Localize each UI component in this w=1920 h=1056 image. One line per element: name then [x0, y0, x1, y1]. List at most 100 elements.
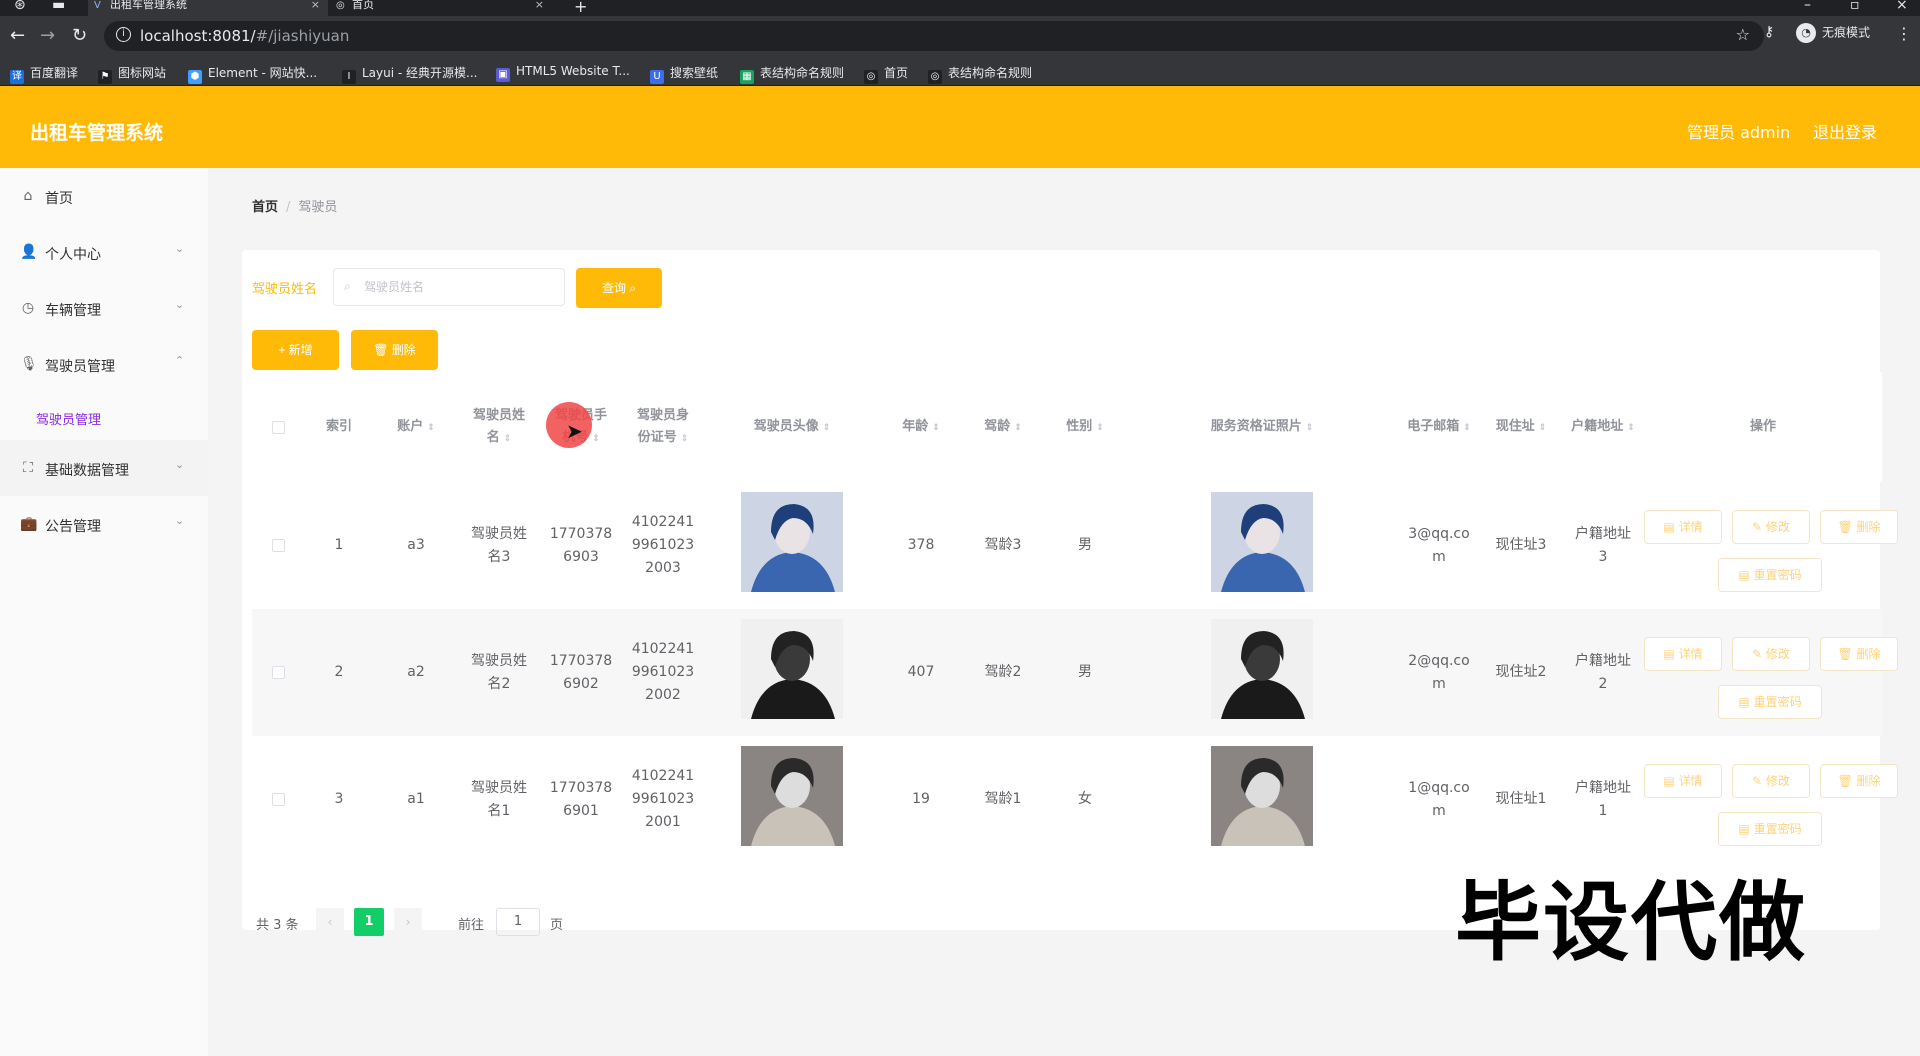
detail-button[interactable]: ▤ 详情	[1644, 637, 1722, 671]
close-icon[interactable]: ×	[311, 0, 320, 10]
sort-caret-icon[interactable]: ⇕	[504, 434, 512, 444]
bookmark-item[interactable]: ⚑ 图标网站	[98, 64, 166, 84]
delete-button[interactable]: 🗑 删除	[1820, 764, 1898, 798]
certificate-photo-image[interactable]	[1211, 618, 1313, 727]
page-number-current[interactable]: 1	[354, 908, 384, 936]
maximize-icon[interactable]: ▫	[1850, 0, 1860, 13]
column-header-account[interactable]: 账户 ⇕	[374, 372, 458, 482]
bookmark-item[interactable]: ◎ 表结构命名规则	[928, 64, 1032, 84]
reset-password-button[interactable]: ▤ 重置密码	[1718, 558, 1822, 592]
column-header-idcard[interactable]: 驾驶员身 份证号 ⇕	[622, 372, 704, 482]
browser-logo-icon: ⊛	[14, 0, 26, 13]
cell-phone: 1770378 6901	[540, 736, 622, 863]
detail-button-label: 详情	[1678, 520, 1703, 534]
goto-page-input[interactable]: 1	[496, 908, 540, 936]
column-header-name[interactable]: 驾驶员姓名 ⇕	[458, 372, 540, 482]
column-header-cert-photo[interactable]: 服务资格证照片 ⇕	[1126, 372, 1398, 482]
breadcrumb-home[interactable]: 首页	[252, 200, 278, 215]
minimize-icon[interactable]: –	[1804, 0, 1811, 13]
column-header-avatar[interactable]: 驾驶员头像 ⇕	[704, 372, 880, 482]
column-header-gender[interactable]: 性别 ⇕	[1044, 372, 1126, 482]
certificate-photo-image[interactable]	[1211, 745, 1313, 854]
sort-caret-icon[interactable]: ⇕	[681, 434, 689, 444]
select-all-checkbox[interactable]	[271, 420, 285, 434]
window-close-icon[interactable]: ×	[1896, 0, 1908, 13]
cell-text: 现住址2	[1495, 664, 1547, 680]
search-input-wrapper[interactable]: ⌕	[333, 268, 565, 306]
sort-caret-icon[interactable]: ⇕	[1014, 423, 1022, 433]
column-header-hukou-addr[interactable]: 户籍地址 ⇕	[1562, 372, 1644, 482]
address-bar[interactable]: i localhost:8081/#/jiashiyuan ☆	[104, 21, 1764, 51]
detail-button[interactable]: ▤ 详情	[1644, 764, 1722, 798]
document-icon: ▤	[1738, 568, 1754, 582]
column-header-driving-age[interactable]: 驾龄 ⇕	[962, 372, 1044, 482]
sort-caret-icon[interactable]: ⇕	[1539, 423, 1547, 433]
sidebar-item[interactable]: ⌂ 首页	[0, 168, 208, 224]
sort-caret-icon[interactable]: ⇕	[427, 423, 435, 433]
bookmark-star-icon[interactable]: ☆	[1736, 25, 1750, 44]
bookmark-item[interactable]: ⬢ Element - 网站快...	[188, 64, 317, 84]
sort-caret-icon[interactable]: ⇕	[1627, 423, 1635, 433]
edit-button[interactable]: ✎ 修改	[1732, 510, 1810, 544]
driver-avatar-image[interactable]	[741, 491, 843, 600]
row-checkbox[interactable]	[271, 539, 285, 552]
column-header-current-addr[interactable]: 现住址 ⇕	[1480, 372, 1562, 482]
row-select-cell[interactable]	[252, 609, 304, 736]
column-header-email[interactable]: 电子邮箱 ⇕	[1398, 372, 1480, 482]
new-tab-icon[interactable]: +	[574, 0, 587, 16]
sidebar-item[interactable]: 🎙 驾驶员管理 ⌃	[0, 336, 208, 392]
sidebar-item[interactable]: ⛶ 基础数据管理 ⌄	[0, 440, 208, 496]
site-info-icon[interactable]: i	[116, 27, 131, 42]
bookmark-item[interactable]: ▣ HTML5 Website T...	[496, 64, 630, 82]
bookmark-item[interactable]: 译百度翻译	[10, 64, 78, 84]
header-select-all[interactable]	[252, 372, 304, 482]
column-header-age[interactable]: 年龄 ⇕	[880, 372, 962, 482]
sidebar-item[interactable]: 💼 公告管理 ⌄	[0, 496, 208, 552]
sidebar-item[interactable]: ◷ 车辆管理 ⌄	[0, 280, 208, 336]
driver-avatar-image[interactable]	[741, 618, 843, 727]
edit-button[interactable]: ✎ 修改	[1732, 764, 1810, 798]
reload-icon[interactable]: ↻	[72, 25, 87, 46]
prev-page-icon[interactable]: ‹	[316, 908, 344, 936]
password-key-icon[interactable]: ⚷	[1764, 24, 1774, 40]
row-select-cell[interactable]	[252, 482, 304, 609]
sidebar-item[interactable]: 👤 个人中心 ⌄	[0, 224, 208, 280]
row-checkbox[interactable]	[271, 793, 285, 806]
bookmark-item[interactable]: ◎ 首页	[864, 64, 908, 84]
browser-menu-icon[interactable]: ⋮	[1896, 24, 1912, 43]
sort-caret-icon[interactable]: ⇕	[1096, 423, 1104, 433]
batch-delete-button[interactable]: 🗑 删除	[351, 330, 438, 370]
back-icon[interactable]: ←	[10, 25, 25, 46]
delete-button[interactable]: 🗑 删除	[1820, 637, 1898, 671]
sort-caret-icon[interactable]: ⇕	[592, 434, 600, 444]
row-select-cell[interactable]	[252, 736, 304, 863]
query-button[interactable]: 查询 ⌕	[576, 268, 662, 308]
sort-caret-icon[interactable]: ⇕	[1463, 423, 1471, 433]
tab-overview-icon[interactable]: ▬	[52, 0, 65, 13]
cell-hukou-addr: 户籍地址 3	[1562, 482, 1644, 609]
certificate-photo-image[interactable]	[1211, 491, 1313, 600]
bookmark-item[interactable]: Ⅰ Layui - 经典开源模...	[342, 64, 477, 84]
reset-password-button[interactable]: ▤ 重置密码	[1718, 812, 1822, 846]
driver-name-search-input[interactable]	[364, 277, 554, 297]
sort-caret-icon[interactable]: ⇕	[932, 423, 940, 433]
bookmark-item[interactable]: ▦ 表结构命名规则	[740, 64, 844, 84]
bookmark-item[interactable]: U 搜索壁纸	[650, 64, 718, 84]
edit-button[interactable]: ✎ 修改	[1732, 637, 1810, 671]
forward-icon[interactable]: →	[40, 25, 55, 46]
logout-link[interactable]: 退出登录	[1813, 119, 1877, 143]
sidebar-subitem-driver-management[interactable]: 驾驶员管理	[0, 392, 208, 440]
add-button[interactable]: + 新增	[252, 330, 339, 370]
detail-button[interactable]: ▤ 详情	[1644, 510, 1722, 544]
sort-caret-icon[interactable]: ⇕	[1306, 423, 1314, 433]
delete-button[interactable]: 🗑 删除	[1820, 510, 1898, 544]
sort-caret-icon[interactable]: ⇕	[823, 423, 831, 433]
reset-password-button[interactable]: ▤ 重置密码	[1718, 685, 1822, 719]
tab-active[interactable]: V 出租车管理系统 ×	[88, 0, 328, 16]
incognito-profile[interactable]: ◔ 无痕模式	[1796, 23, 1870, 43]
row-checkbox[interactable]	[271, 666, 285, 679]
driver-avatar-image[interactable]	[741, 745, 843, 854]
tab-inactive[interactable]: ◎ 首页 ×	[330, 0, 552, 16]
close-icon[interactable]: ×	[535, 0, 544, 10]
next-page-icon[interactable]: ›	[394, 908, 422, 936]
